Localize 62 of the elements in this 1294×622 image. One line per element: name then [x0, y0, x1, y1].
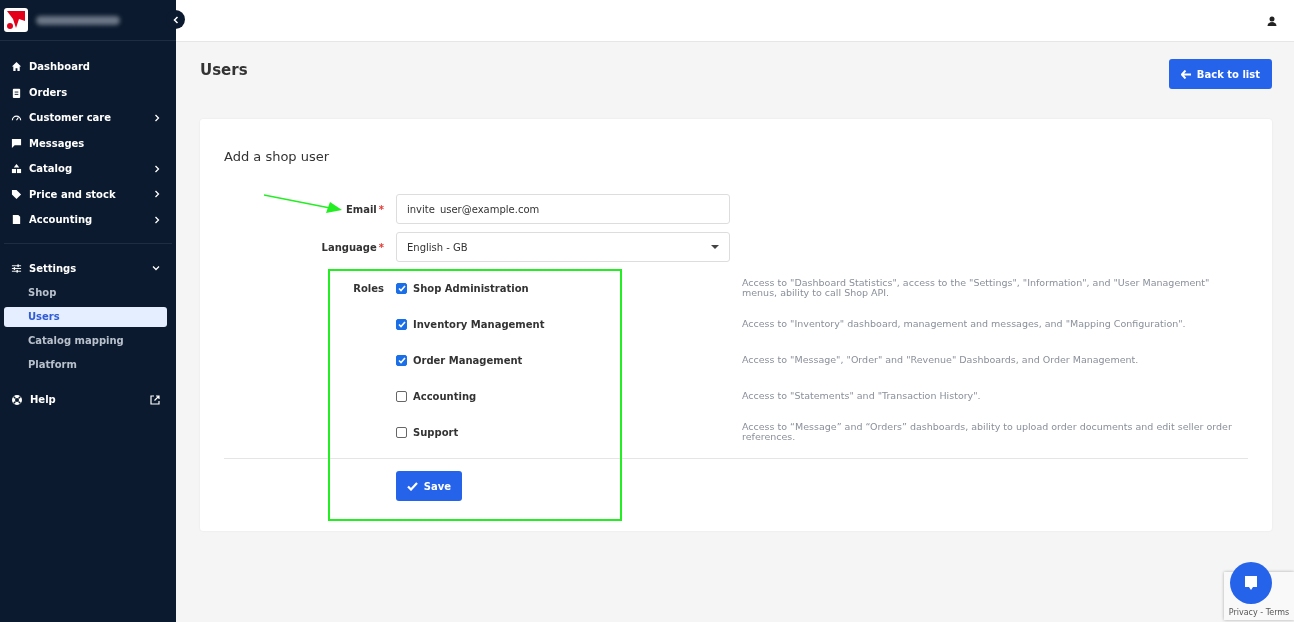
role-description: Access to "Inventory" dashboard, management and messages, and "Mapping Configuration". — [742, 319, 1187, 329]
arrow-left-icon — [1180, 69, 1191, 79]
page-title: Users — [200, 60, 248, 79]
checkbox[interactable] — [396, 282, 407, 294]
recaptcha-links[interactable]: Privacy - Terms — [1228, 608, 1290, 620]
shapes-icon — [11, 163, 22, 175]
sliders-icon — [11, 262, 22, 274]
submenu-item[interactable]: Platform — [4, 355, 167, 375]
logo-icon — [4, 8, 28, 32]
checkbox[interactable] — [396, 318, 407, 330]
role-label: Inventory Management — [413, 318, 545, 330]
chevron-right-icon — [154, 164, 160, 173]
email-field[interactable]: invite_user@example.com — [396, 194, 730, 224]
chevron-down-icon — [152, 264, 160, 273]
help-link[interactable]: Help — [0, 387, 176, 413]
tag-icon — [11, 188, 22, 200]
role-label: Shop Administration — [413, 282, 529, 294]
chevron-right-icon — [154, 113, 160, 122]
nav-item[interactable]: Dashboard — [0, 54, 176, 80]
nav-item[interactable]: Price and stock — [0, 181, 176, 207]
chat-icon — [11, 137, 22, 149]
user-icon[interactable] — [1267, 15, 1277, 26]
field-label: Email — [345, 203, 377, 215]
nav-item[interactable]: Settings — [0, 255, 176, 281]
checkbox[interactable] — [396, 354, 407, 366]
language-select[interactable]: English - GB — [396, 232, 730, 262]
nav-item[interactable]: Messages — [0, 130, 176, 156]
checkbox[interactable] — [396, 426, 407, 438]
required-asterisk: * — [378, 241, 384, 253]
role-description: Access to "Dashboard Statistics", access to the "Settings", "Information", and "User Management" menus, ability to call Shop API. — [742, 278, 1211, 298]
caret-icon — [711, 244, 719, 250]
nav-item[interactable]: Customer care — [0, 105, 176, 131]
role-description: Access to "Statements" and "Transaction History". — [742, 391, 982, 401]
form-title: Add a shop user — [224, 149, 331, 164]
role-description: Access to "Message", "Order" and "Revenue" Dashboards, and Order Management. — [742, 355, 1140, 365]
submenu-item[interactable]: Users — [4, 307, 167, 327]
nav-item[interactable]: Orders — [0, 79, 176, 105]
checkbox[interactable] — [396, 390, 407, 402]
nav-item[interactable]: Accounting — [0, 207, 176, 233]
nav-item[interactable]: Catalog — [0, 156, 176, 182]
role-label: Support — [413, 426, 459, 438]
submenu-item[interactable]: Catalog mapping — [4, 331, 167, 351]
role-description: Access to “Message” and “Orders” dashboards, ability to upload order documents and edit seller order references. — [742, 422, 1233, 442]
external-link-icon — [150, 394, 160, 405]
chevron-left-icon — [171, 15, 180, 24]
back-button[interactable]: Back to list — [1168, 59, 1272, 89]
role-label: Order Management — [413, 354, 523, 366]
chevron-right-icon — [154, 215, 160, 224]
clipboard-icon — [11, 86, 22, 98]
field-label: Language — [321, 241, 377, 253]
help-button[interactable] — [1230, 562, 1272, 604]
submenu-item[interactable]: Shop — [4, 283, 167, 303]
required-asterisk: * — [378, 203, 384, 215]
checkmark-icon — [406, 481, 418, 491]
lifebuoy-icon — [11, 393, 23, 406]
home-icon — [11, 61, 22, 73]
field-label: Roles — [353, 282, 384, 294]
save-button[interactable]: Save — [396, 471, 462, 501]
role-label: Accounting — [413, 390, 477, 402]
chevron-right-icon — [154, 190, 160, 199]
invoice-icon — [11, 214, 22, 226]
speech-bubble-icon — [1244, 575, 1258, 591]
